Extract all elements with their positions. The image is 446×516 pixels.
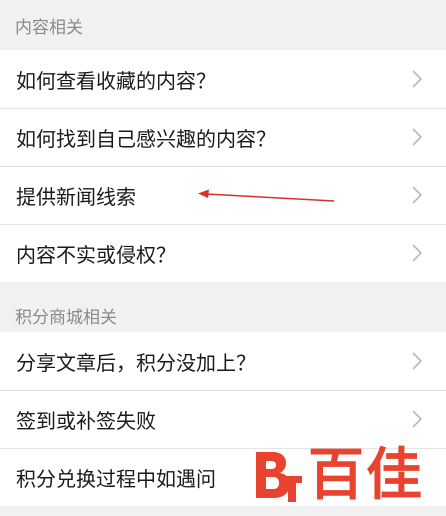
chevron-right-icon (410, 409, 424, 429)
faq-item-checkin-failed[interactable]: 签到或补签失败 (0, 390, 446, 448)
faq-item-label: 分享文章后，积分没加上？ (16, 350, 256, 375)
faq-item-share-points[interactable]: 分享文章后，积分没加上？ (0, 332, 446, 390)
faq-item-points-redeem[interactable]: 积分兑换过程中如遇问 (0, 448, 446, 506)
chevron-right-icon (410, 185, 424, 205)
chevron-right-icon (410, 243, 424, 263)
faq-item-news-tip[interactable]: 提供新闻线索 (0, 166, 446, 224)
chevron-right-icon (410, 351, 424, 371)
chevron-right-icon (410, 127, 424, 147)
chevron-right-icon (410, 69, 424, 89)
help-page: 内容相关 如何查看收藏的内容？ 如何找到自己感兴趣的内容？ 提供新闻线索 内容不… (0, 0, 446, 506)
faq-item-view-favorites[interactable]: 如何查看收藏的内容？ (0, 50, 446, 108)
faq-item-report-infringement[interactable]: 内容不实或侵权？ (0, 224, 446, 282)
faq-item-label: 提供新闻线索 (16, 184, 136, 209)
section-header-points-mall: 积分商城相关 (0, 298, 446, 332)
section-header-content: 内容相关 (0, 0, 446, 50)
faq-item-label: 内容不实或侵权？ (16, 242, 176, 267)
section-title: 积分商城相关 (15, 307, 117, 328)
faq-item-label: 积分兑换过程中如遇问 (16, 466, 216, 491)
section-spacer (0, 282, 446, 298)
faq-item-label: 如何查看收藏的内容？ (16, 68, 216, 93)
content-faq-list: 如何查看收藏的内容？ 如何找到自己感兴趣的内容？ 提供新闻线索 内容不实或侵权？ (0, 50, 446, 282)
faq-item-label: 签到或补签失败 (16, 408, 156, 433)
points-faq-list: 分享文章后，积分没加上？ 签到或补签失败 积分兑换过程中如遇问 (0, 332, 446, 506)
faq-item-find-interests[interactable]: 如何找到自己感兴趣的内容？ (0, 108, 446, 166)
faq-item-label: 如何找到自己感兴趣的内容？ (16, 126, 276, 151)
section-title: 内容相关 (15, 17, 83, 38)
